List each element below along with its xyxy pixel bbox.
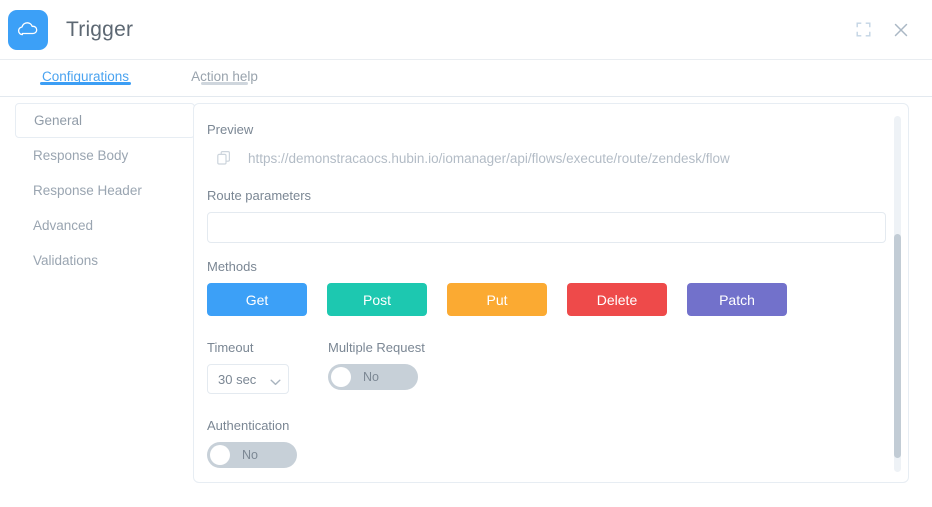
trigger-dialog: Trigger Configurations Action help Gener… [0,0,932,507]
route-parameters-input[interactable] [207,212,886,243]
tab-inactive-indicator [201,82,248,85]
timeout-multiple-row: Timeout 30 sec Multiple Request No [207,340,882,394]
close-icon[interactable] [888,17,914,43]
sidebar-item-label: Response Body [33,148,129,163]
sidebar-item-response-body[interactable]: Response Body [15,138,195,173]
panel-scrollbar-track[interactable] [894,116,901,472]
multiple-request-label: Multiple Request [328,340,425,355]
route-parameters-group [207,212,886,243]
method-post-button[interactable]: Post [327,283,427,316]
fullscreen-icon[interactable] [850,17,876,43]
sidebar-item-validations[interactable]: Validations [15,243,195,278]
cloud-icon [8,9,48,50]
method-put-button[interactable]: Put [447,283,547,316]
settings-sidebar: General Response Body Response Header Ad… [15,103,195,278]
sidebar-item-general[interactable]: General [15,103,195,138]
authentication-group: Authentication No [207,418,882,468]
preview-label: Preview [207,122,254,137]
toggle-knob [331,367,351,387]
authentication-state: No [242,448,258,462]
methods-button-group: Get Post Put Delete Patch [207,283,882,316]
timeout-group: Timeout 30 sec [207,340,315,394]
authentication-label: Authentication [207,418,290,433]
sidebar-item-label: General [34,113,83,128]
dialog-body: General Response Body Response Header Ad… [0,97,932,507]
toggle-knob [210,445,230,465]
sidebar-item-label: Advanced [33,218,94,233]
page-title: Trigger [66,17,134,41]
multiple-request-state: No [363,370,379,384]
tab-active-indicator [40,82,132,85]
timeout-label: Timeout [207,340,254,355]
timeout-select-wrap: 30 sec [207,364,289,394]
dialog-titlebar: Trigger [0,0,932,59]
tab-action-help[interactable]: Action help [189,60,260,85]
authentication-toggle[interactable]: No [207,442,297,468]
sidebar-item-advanced[interactable]: Advanced [15,208,195,243]
preview-url-text: https://demonstracaocs.hubin.io/iomanage… [248,150,730,166]
route-parameters-label: Route parameters [207,188,312,203]
method-patch-button[interactable]: Patch [687,283,787,316]
sidebar-item-label: Response Header [33,183,142,198]
multiple-request-toggle[interactable]: No [328,364,418,390]
timeout-select[interactable]: 30 sec [207,364,289,394]
sidebar-item-label: Validations [33,253,99,268]
general-settings-panel: Preview https://demonstracaocs.hubin.io/… [193,103,909,483]
methods-label: Methods [207,259,257,274]
sidebar-item-response-header[interactable]: Response Header [15,173,195,208]
tab-bar: Configurations Action help [0,59,932,97]
tab-configurations[interactable]: Configurations [40,60,132,85]
method-delete-button[interactable]: Delete [567,283,667,316]
method-get-button[interactable]: Get [207,283,307,316]
multiple-request-group: Multiple Request No [328,340,425,390]
copy-icon[interactable] [216,150,232,166]
panel-content: Preview https://demonstracaocs.hubin.io/… [207,122,886,468]
preview-row: https://demonstracaocs.hubin.io/iomanage… [207,146,882,170]
panel-scrollbar-thumb[interactable] [894,234,901,458]
timeout-selected-value: 30 sec [218,371,257,387]
